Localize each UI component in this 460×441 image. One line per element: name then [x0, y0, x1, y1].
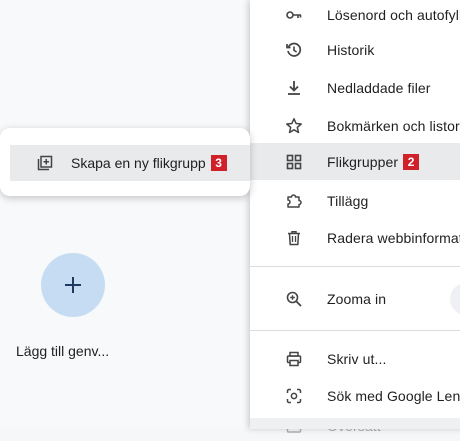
menu-item-google-lens[interactable]: Sök med Google Lens [250, 377, 460, 414]
menu-item-label: Historik [327, 41, 375, 58]
zoom-icon [284, 289, 304, 309]
extension-icon [284, 191, 304, 211]
tab-groups-submenu: Skapa en ny flikgrupp 3 [0, 128, 250, 196]
menu-item-clear-data[interactable]: Radera webbinformation [250, 219, 460, 256]
download-icon [284, 78, 304, 98]
new-tab-group-icon [35, 153, 55, 173]
menu-item-extensions[interactable]: Tillägg [250, 182, 460, 219]
lens-icon [284, 386, 304, 406]
trash-icon [284, 228, 304, 248]
menu-item-label: Skriv ut... [327, 350, 387, 367]
star-icon [284, 116, 304, 136]
menu-item-history[interactable]: Historik [250, 31, 460, 68]
print-icon [284, 349, 304, 369]
menu-item-bookmarks[interactable]: Bokmärken och listor [250, 107, 460, 144]
menu-item-label: Nedladdade filer [327, 79, 431, 96]
menu-divider [250, 330, 460, 331]
menu-item-label: Lösenord och autofyll [327, 6, 460, 23]
menu-item-print[interactable]: Skriv ut... [250, 340, 460, 377]
key-icon [284, 5, 304, 25]
plus-icon [65, 277, 81, 293]
menu-item-passwords[interactable]: Lösenord och autofyll [250, 0, 460, 33]
menu-item-label: Tillägg [327, 192, 369, 209]
menu-item-tab-groups[interactable]: Flikgrupper 2 [250, 143, 460, 180]
menu-item-downloads[interactable]: Nedladdade filer [250, 69, 460, 106]
add-shortcut-button[interactable] [41, 253, 105, 317]
step-badge: 2 [403, 153, 420, 170]
tab-groups-icon [284, 152, 304, 172]
history-icon [284, 40, 304, 60]
menu-item-label: Radera webbinformation [327, 229, 460, 246]
add-shortcut-label: Lägg till genv... [16, 343, 110, 359]
menu-bottom-edge [250, 418, 460, 429]
menu-item-label: Flikgrupper 2 [327, 153, 420, 170]
menu-item-label: Bokmärken och listor [327, 117, 460, 134]
menu-item-label: Zooma in [327, 290, 387, 307]
menu-item-label: Sök med Google Lens [327, 387, 460, 404]
create-tab-group-button[interactable]: Skapa en ny flikgrupp 3 [10, 145, 250, 181]
menu-divider [250, 266, 460, 267]
menu-item-zoom: Zooma in [250, 280, 460, 317]
chrome-menu: Lösenord och autofyll Historik Nedladdad… [250, 0, 460, 434]
step-badge: 3 [210, 155, 227, 171]
submenu-item-label: Skapa en ny flikgrupp 3 [71, 155, 227, 171]
